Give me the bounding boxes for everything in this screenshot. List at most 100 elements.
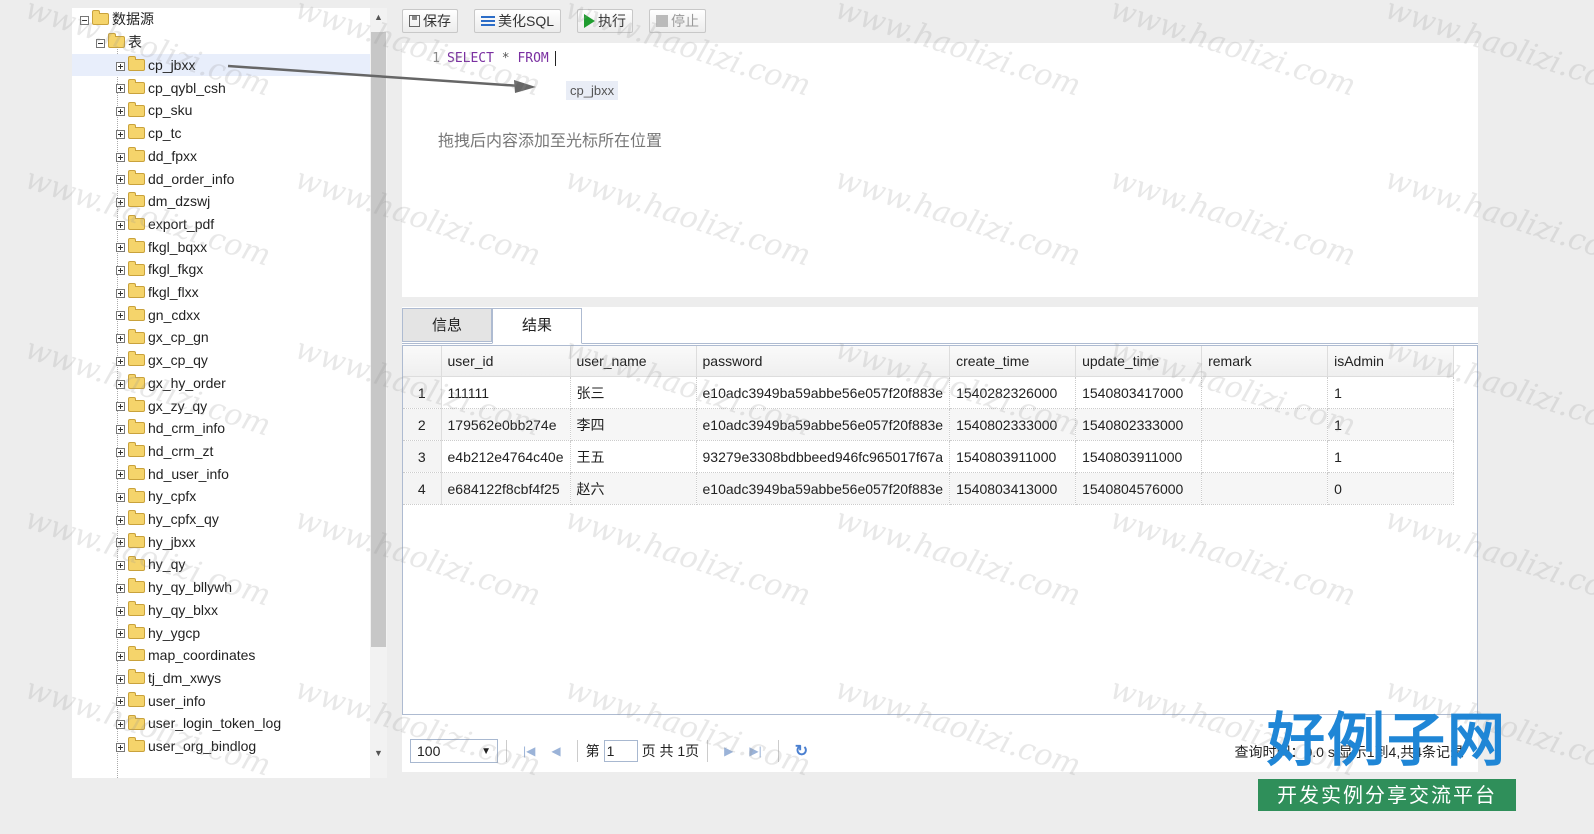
cell-create_time[interactable]: 1540282326000 <box>949 376 1077 409</box>
scroll-down-arrow-icon[interactable]: ▼ <box>374 748 383 758</box>
tree-item-10[interactable]: fkgl_flxx <box>116 281 199 303</box>
cell-isAdmin[interactable]: 0 <box>1327 472 1455 505</box>
beautify-sql-button[interactable]: 美化SQL <box>474 9 562 33</box>
table-row[interactable]: 2 179562e0bb274e 李四 e10adc3949ba59abbe56e05… <box>403 408 1455 441</box>
scrollbar-thumb[interactable] <box>371 32 386 647</box>
expand-icon[interactable] <box>116 583 125 593</box>
expand-icon[interactable] <box>116 243 125 253</box>
expand-icon[interactable] <box>116 197 125 207</box>
column-header-remark[interactable]: remark <box>1201 346 1329 377</box>
tree-item-11[interactable]: gn_cdxx <box>116 304 200 326</box>
save-button[interactable]: 保存 <box>402 9 458 33</box>
collapse-icon[interactable] <box>96 38 105 48</box>
cell-password[interactable]: e10adc3949ba59abbe56e057f20f883e <box>696 408 951 441</box>
tree-item-28[interactable]: user_info <box>116 690 206 712</box>
cell-user_id[interactable]: e684122f8cbf4f25 <box>441 472 571 505</box>
expand-icon[interactable] <box>116 402 125 412</box>
tree-item-22[interactable]: hy_qy <box>116 553 185 575</box>
table-row[interactable]: 4 e684122f8cbf4f25 赵六 e10adc3949ba59abbe56e… <box>403 472 1455 505</box>
expand-icon[interactable] <box>116 107 125 117</box>
expand-icon[interactable] <box>116 515 125 525</box>
page-number-input[interactable]: 1 <box>603 740 638 762</box>
tree-item-30[interactable]: user_org_bindlog <box>116 735 256 757</box>
expand-icon[interactable] <box>116 356 125 366</box>
expand-icon[interactable] <box>116 266 125 276</box>
expand-icon[interactable] <box>116 220 125 230</box>
cell-user_id[interactable]: 111111 <box>441 376 571 409</box>
table-row[interactable]: 1 111111 张三 e10adc3949ba59abbe56e057f20f883… <box>403 376 1455 409</box>
expand-icon[interactable] <box>116 470 125 480</box>
expand-icon[interactable] <box>116 720 125 730</box>
tree-item-29[interactable]: user_login_token_log <box>116 712 281 734</box>
tree-item-27[interactable]: tj_dm_xwys <box>116 667 221 689</box>
tree-item-3[interactable]: cp_tc <box>116 122 181 144</box>
prev-page-icon[interactable]: ◀ <box>551 744 560 758</box>
tree-item-12[interactable]: gx_cp_gn <box>116 326 209 348</box>
expand-icon[interactable] <box>116 334 125 344</box>
expand-icon[interactable] <box>116 152 125 162</box>
expand-icon[interactable] <box>116 311 125 321</box>
cell-password[interactable]: e10adc3949ba59abbe56e057f20f883e <box>696 472 951 505</box>
tree-item-13[interactable]: gx_cp_qy <box>116 349 208 371</box>
tree-item-16[interactable]: hd_crm_info <box>116 417 225 439</box>
tree-item-2[interactable]: cp_sku <box>116 99 192 121</box>
sql-editor[interactable]: 1 SELECT * FROM cp_jbxx 拖拽后内容添加至光标所在位置 <box>402 43 1478 297</box>
tab-result[interactable]: 结果 <box>492 308 582 344</box>
tree-item-24[interactable]: hy_qy_blxx <box>116 599 218 621</box>
column-header-user_name[interactable]: user_name <box>570 346 697 377</box>
expand-icon[interactable] <box>116 493 125 503</box>
expand-icon[interactable] <box>116 379 125 389</box>
tree-item-25[interactable]: hy_ygcp <box>116 622 200 644</box>
tab-info[interactable]: 信息 <box>402 308 492 342</box>
expand-icon[interactable] <box>116 561 125 571</box>
cell-isAdmin[interactable]: 1 <box>1327 408 1455 441</box>
tree-item-6[interactable]: dm_dzswj <box>116 190 210 212</box>
cell-create_time[interactable]: 1540803911000 <box>949 440 1077 473</box>
cell-update_time[interactable]: 1540803417000 <box>1075 376 1203 409</box>
cell-create_time[interactable]: 1540802333000 <box>949 408 1077 441</box>
cell-remark[interactable] <box>1201 472 1329 505</box>
tree-item-20[interactable]: hy_cpfx_qy <box>116 508 219 530</box>
tree-item-21[interactable]: hy_jbxx <box>116 531 195 553</box>
tree-item-17[interactable]: hd_crm_zt <box>116 440 213 462</box>
expand-icon[interactable] <box>116 61 125 71</box>
cell-user_id[interactable]: 179562e0bb274e <box>441 408 571 441</box>
tree-node-datasource[interactable]: 数据源 <box>80 8 154 30</box>
last-page-icon[interactable]: ▶| <box>749 744 761 758</box>
sql-code-line[interactable]: SELECT * FROM <box>447 51 556 66</box>
column-header-user_id[interactable]: user_id <box>441 346 571 377</box>
expand-icon[interactable] <box>116 651 125 661</box>
tree-item-26[interactable]: map_coordinates <box>116 644 255 666</box>
cell-user_name[interactable]: 王五 <box>570 440 697 473</box>
expand-icon[interactable] <box>116 424 125 434</box>
cell-user_name[interactable]: 赵六 <box>570 472 697 505</box>
tree-item-4[interactable]: dd_fpxx <box>116 145 197 167</box>
column-header-create_time[interactable]: create_time <box>949 346 1077 377</box>
expand-icon[interactable] <box>116 129 125 139</box>
cell-isAdmin[interactable]: 1 <box>1327 440 1455 473</box>
expand-icon[interactable] <box>116 629 125 639</box>
tree-item-14[interactable]: gx_hy_order <box>116 372 226 394</box>
expand-icon[interactable] <box>116 84 125 94</box>
expand-icon[interactable] <box>116 606 125 616</box>
scroll-up-arrow-icon[interactable]: ▲ <box>374 12 383 22</box>
column-header-update_time[interactable]: update_time <box>1075 346 1203 377</box>
expand-icon[interactable] <box>116 674 125 684</box>
refresh-icon[interactable]: ↻ <box>795 741 808 761</box>
cell-isAdmin[interactable]: 1 <box>1327 376 1455 409</box>
tree-item-1[interactable]: cp_qybl_csh <box>116 77 226 99</box>
cell-create_time[interactable]: 1540803413000 <box>949 472 1077 505</box>
expand-icon[interactable] <box>116 447 125 457</box>
cell-user_name[interactable]: 李四 <box>570 408 697 441</box>
expand-icon[interactable] <box>116 288 125 298</box>
tree-item-19[interactable]: hy_cpfx <box>116 485 196 507</box>
page-size-select[interactable]: 100 ▼ <box>410 739 498 763</box>
stop-button[interactable]: 停止 <box>649 9 707 33</box>
tree-node-tables[interactable]: 表 <box>96 31 142 53</box>
cell-password[interactable]: 93279e3308bdbbeed946fc965017f67a <box>696 440 951 473</box>
cell-password[interactable]: e10adc3949ba59abbe56e057f20f883e <box>696 376 951 409</box>
cell-remark[interactable] <box>1201 408 1329 441</box>
cell-update_time[interactable]: 1540804576000 <box>1075 472 1203 505</box>
run-button[interactable]: 执行 <box>577 9 634 33</box>
first-page-icon[interactable]: |◀ <box>523 744 535 758</box>
